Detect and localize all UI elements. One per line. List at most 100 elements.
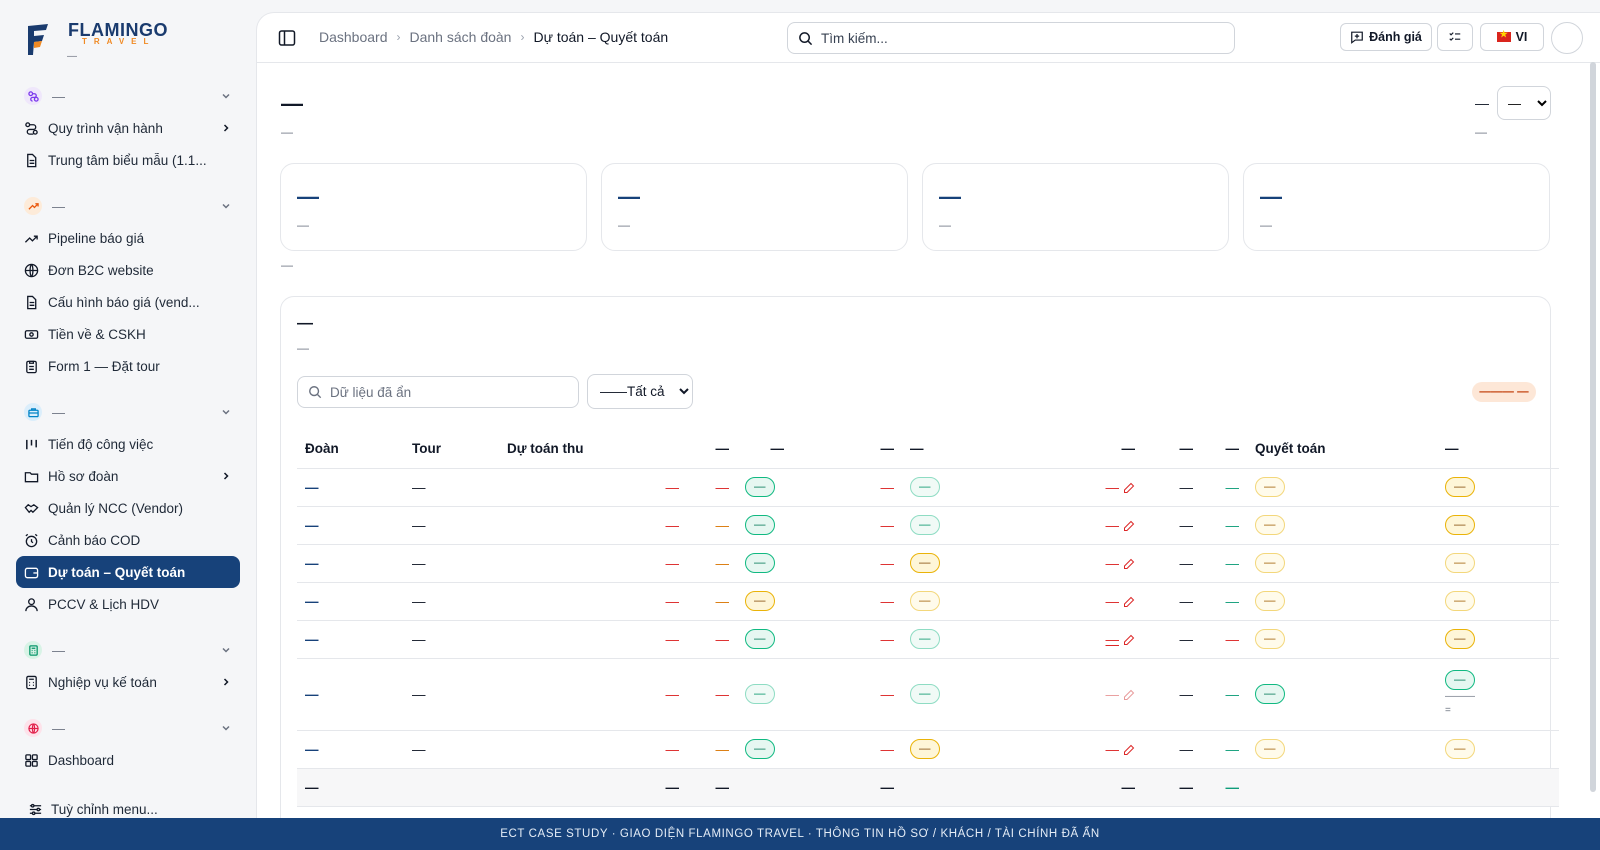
status-filter-select[interactable]: ——Tất cả [587, 374, 693, 409]
table-search[interactable] [297, 376, 579, 408]
period-select[interactable]: — [1497, 86, 1551, 120]
global-search[interactable] [787, 22, 1235, 54]
cell-doan[interactable]: — [297, 544, 404, 583]
checklist-icon [1449, 32, 1461, 41]
sidebar-item-cau-hinh[interactable]: Cấu hình báo giá (vend... [16, 286, 240, 318]
pencil-icon[interactable] [1123, 482, 1135, 494]
cell-value: — [1143, 582, 1201, 621]
cell-doan[interactable]: — [297, 620, 404, 659]
sidebar-item-label: Nghiệp vụ kế toán [48, 674, 157, 690]
sidebar-item-ho-so-doan[interactable]: Hồ sơ đoàn [16, 460, 240, 492]
status-badge: — [1445, 739, 1475, 759]
col-header[interactable]: — [1437, 430, 1559, 469]
cell-value: — [792, 544, 902, 583]
sidebar-item-tien-ve[interactable]: Tiền về & CSKH [16, 318, 240, 350]
footer-banner: ECT CASE STUDY · GIAO DIỆN FLAMINGO TRAV… [0, 818, 1600, 850]
breadcrumb-danh-sach-doan[interactable]: Danh sách đoàn [410, 29, 512, 45]
col-header[interactable]: — [737, 430, 792, 469]
route-icon [25, 121, 38, 135]
col-header-doan[interactable]: Đoàn [297, 430, 404, 469]
pencil-icon[interactable] [1123, 634, 1135, 646]
sidebar-item-b2c[interactable]: Đơn B2C website [16, 254, 240, 286]
status-badge: — [910, 553, 940, 573]
sidebar-item-tien-do[interactable]: Tiến độ công việc [16, 428, 240, 460]
period-filter-sub: — [1475, 125, 1487, 139]
chevron-down-icon [222, 93, 230, 99]
status-badge: — [1255, 739, 1285, 759]
sidebar-item-quy-trinh[interactable]: Quy trình vận hành [16, 112, 240, 144]
table-row[interactable]: — — — — — — — — — — — — [297, 506, 1559, 545]
col-header[interactable]: — [955, 430, 1143, 469]
sidebar-item-dashboard[interactable]: Dashboard [16, 744, 240, 776]
status-badge: — [745, 477, 775, 497]
avatar[interactable] [1551, 22, 1583, 54]
status-badge: — [745, 684, 775, 704]
pencil-icon[interactable] [1123, 558, 1135, 570]
pencil-icon[interactable] [1123, 744, 1135, 756]
sidebar-item-pccv[interactable]: PCCV & Lịch HDV [16, 588, 240, 620]
table-row[interactable]: — — — — — — — — — — — — [297, 730, 1559, 769]
cell-value: — [1105, 555, 1120, 571]
table-search-input[interactable] [330, 384, 568, 400]
status-badge: — [745, 629, 775, 649]
sidebar-item-label: PCCV & Lịch HDV [48, 596, 160, 612]
sidebar-item-bieu-mau[interactable]: Trung tâm biểu mẫu (1.1... [16, 144, 240, 176]
sidebar-group-4[interactable]: — [16, 634, 240, 666]
sidebar-item-ncc[interactable]: Quản lý NCC (Vendor) [16, 492, 240, 524]
flamingo-logo[interactable]: FLAMINGO TRAVEL — [26, 20, 168, 62]
page-scrollbar[interactable] [1590, 62, 1596, 792]
sliders-icon [29, 803, 42, 816]
cell-doan[interactable]: — [297, 730, 404, 769]
sidebar-item-pipeline[interactable]: Pipeline báo giá [16, 222, 240, 254]
sidebar-item-du-toan[interactable]: Dự toán – Quyết toán [16, 556, 240, 588]
chevron-down-icon [222, 409, 230, 415]
cell-doan[interactable]: — [297, 468, 404, 507]
sidebar-item-canh-bao-cod[interactable]: Cảnh báo COD [16, 524, 240, 556]
sidebar-item-ke-toan[interactable]: Nghiệp vụ kế toán [16, 666, 240, 698]
cell-doan[interactable]: — [297, 506, 404, 545]
table-row[interactable]: — — — — — — — — — — — — [297, 620, 1559, 659]
customize-menu-button[interactable]: Tuỳ chỉnh menu... [28, 802, 158, 817]
cell-value: — [687, 620, 737, 659]
total-label: — [297, 768, 404, 807]
sidebar-group-5[interactable]: — [16, 712, 240, 744]
settlement-link[interactable]: = [1445, 704, 1551, 718]
cell-doan[interactable]: — [297, 582, 404, 621]
sidebar-item-form-1[interactable]: Form 1 — Đặt tour [16, 350, 240, 382]
pencil-icon[interactable] [1123, 689, 1135, 701]
sidebar-group-3[interactable]: — [16, 396, 240, 428]
cell-value: — [1201, 582, 1247, 621]
col-header[interactable]: — [792, 430, 902, 469]
cell-tag: — [902, 582, 955, 621]
col-header-quyet-toan[interactable]: Quyết toán [1247, 430, 1437, 469]
col-header-tour[interactable]: Tour [404, 430, 499, 469]
col-header[interactable]: — [1201, 430, 1247, 469]
table-row[interactable]: — — — — — — — — — — — — [297, 468, 1559, 507]
col-header[interactable]: — [902, 430, 955, 469]
table-row[interactable]: — — — — — — — — — — — — ——— = [297, 658, 1559, 731]
language-switcher[interactable]: VI [1480, 23, 1544, 51]
cell-value: — [1105, 631, 1120, 647]
language-label: VI [1515, 30, 1528, 44]
rate-button[interactable]: Đánh giá [1340, 23, 1432, 51]
table-row[interactable]: — — — — — — — — — — — — [297, 582, 1559, 621]
table-row[interactable]: — — — — — — — — — — — — [297, 544, 1559, 583]
col-header[interactable]: — [687, 430, 737, 469]
cell-value: — [1105, 686, 1120, 702]
cell-tag: — [737, 582, 792, 621]
cell-doan[interactable]: — [297, 658, 404, 731]
col-header[interactable]: — [1143, 430, 1201, 469]
checklist-button[interactable] [1437, 23, 1473, 51]
col-header-du-toan-thu[interactable]: Dự toán thu [499, 430, 687, 469]
sidebar-group-title: — [52, 720, 65, 736]
status-badge: — [745, 553, 775, 573]
sidebar-group-2[interactable]: — [16, 190, 240, 222]
search-input[interactable] [821, 30, 1224, 46]
cell-tag: — [902, 658, 955, 731]
pencil-icon[interactable] [1123, 520, 1135, 532]
pencil-icon[interactable] [1123, 596, 1135, 608]
sidebar: FLAMINGO TRAVEL — — Quy trình vận hành T… [0, 0, 256, 850]
sidebar-group-1[interactable]: — [16, 80, 240, 112]
sidebar-toggle-icon[interactable] [277, 28, 297, 48]
breadcrumb-dashboard[interactable]: Dashboard [319, 29, 388, 45]
